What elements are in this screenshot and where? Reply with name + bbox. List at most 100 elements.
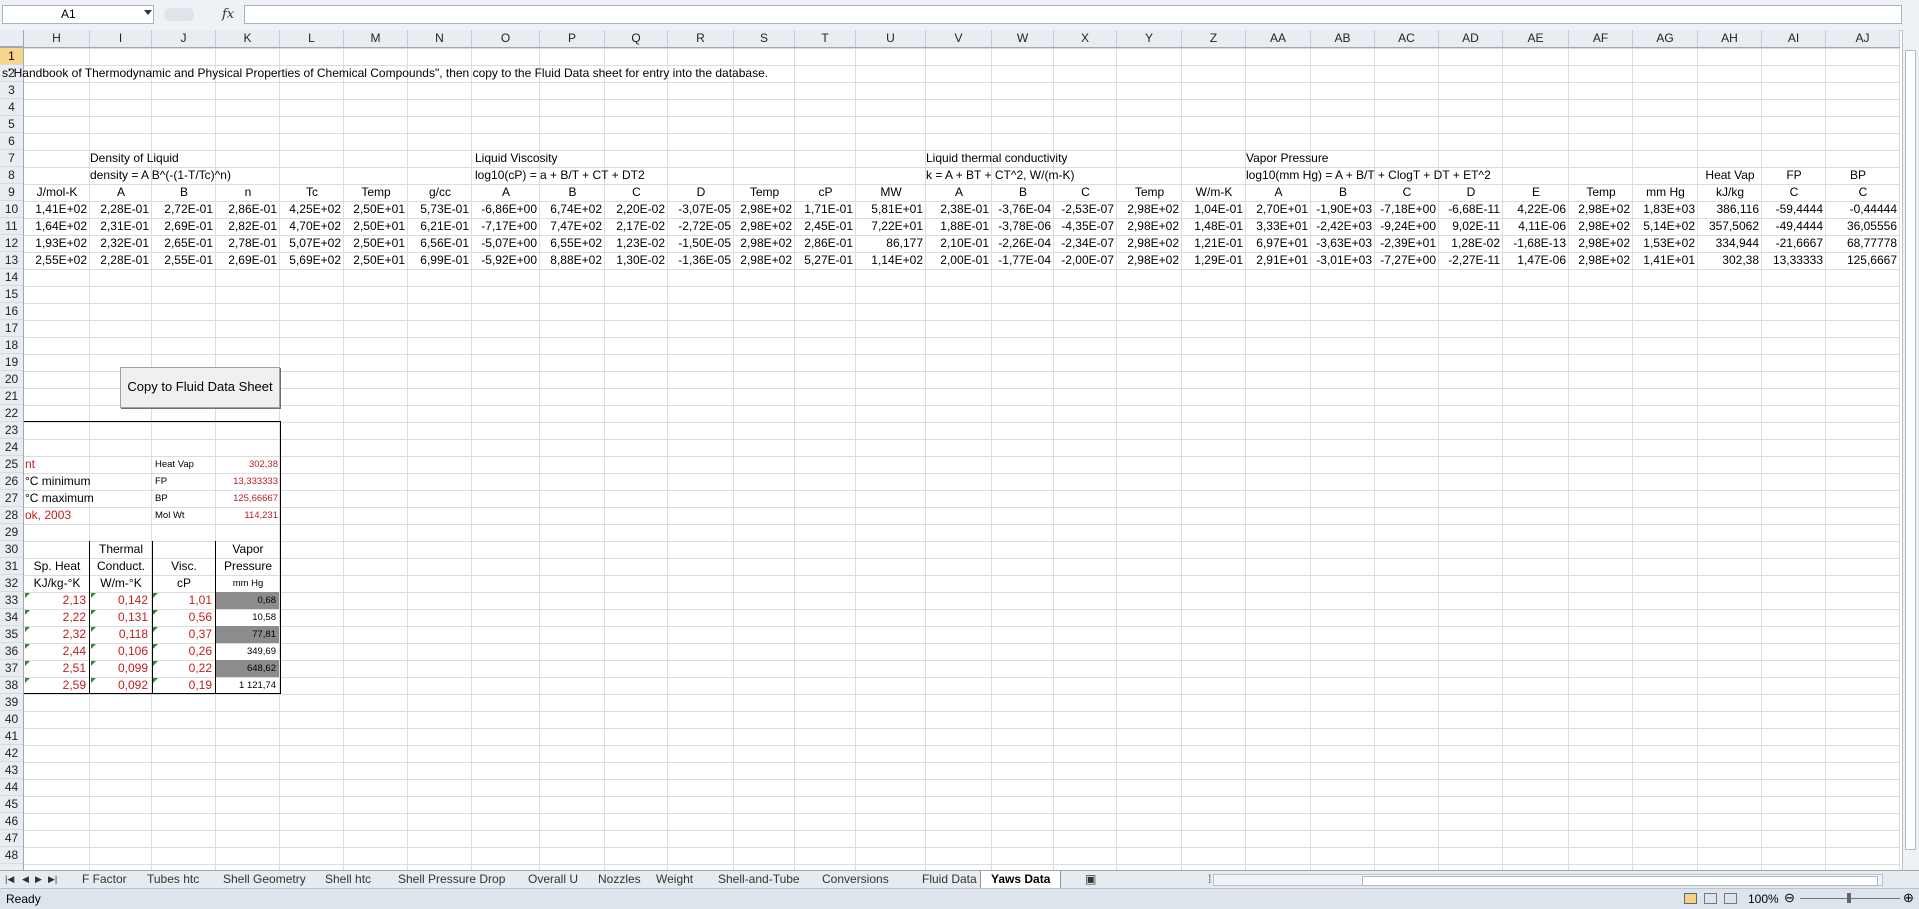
column-header[interactable]: AG bbox=[1633, 30, 1698, 47]
column-header[interactable]: P bbox=[540, 30, 605, 47]
data-cell[interactable]: 1,14E+02 bbox=[856, 252, 923, 269]
data-cell[interactable]: 5,27E-01 bbox=[795, 252, 853, 269]
row-header[interactable]: 4 bbox=[0, 99, 23, 116]
row-header[interactable]: 15 bbox=[0, 286, 23, 303]
data-cell[interactable]: 2,65E-01 bbox=[152, 235, 213, 252]
data-cell[interactable]: -59,4444 bbox=[1762, 201, 1823, 218]
column-header[interactable]: AB bbox=[1311, 30, 1375, 47]
row-header[interactable]: 45 bbox=[0, 796, 23, 813]
column-header[interactable]: L bbox=[280, 30, 344, 47]
viscosity-title[interactable]: Liquid Viscosity bbox=[475, 150, 558, 167]
unit-cell[interactable]: J/mol-K bbox=[24, 184, 90, 201]
row-header[interactable]: 44 bbox=[0, 779, 23, 796]
copy-to-fluid-data-button[interactable]: Copy to Fluid Data Sheet bbox=[120, 367, 280, 408]
data-cell[interactable]: -2,27E-11 bbox=[1439, 252, 1500, 269]
data-cell[interactable]: -6,86E+00 bbox=[472, 201, 537, 218]
data-cell[interactable]: 2,98E+02 bbox=[1569, 252, 1630, 269]
data-cell[interactable]: 2,50E+01 bbox=[344, 218, 405, 235]
error-indicator-icon[interactable] bbox=[153, 627, 158, 632]
data-cell[interactable]: 386,116 bbox=[1698, 201, 1760, 218]
data-cell[interactable]: 4,22E-06 bbox=[1503, 201, 1566, 218]
column-header[interactable]: S bbox=[734, 30, 795, 47]
viscosity-formula[interactable]: log10(cP) = a + B/T + CT + DT2 bbox=[475, 167, 645, 184]
select-all-corner[interactable] bbox=[0, 30, 24, 47]
last-sheet-icon[interactable]: ▶| bbox=[48, 874, 57, 885]
column-header[interactable]: AE bbox=[1503, 30, 1569, 47]
property-cell[interactable]: 1 121,74 bbox=[216, 677, 279, 694]
sheet-tab[interactable]: Weight bbox=[646, 871, 703, 888]
data-cell[interactable]: 2,10E-01 bbox=[926, 235, 989, 252]
sheet-tab[interactable]: Shell Geometry bbox=[213, 871, 316, 888]
data-cell[interactable]: 2,78E-01 bbox=[216, 235, 277, 252]
column-header[interactable]: N bbox=[408, 30, 472, 47]
data-cell[interactable]: -3,63E+03 bbox=[1311, 235, 1372, 252]
error-indicator-icon[interactable] bbox=[25, 610, 30, 615]
unit-cell[interactable]: Temp bbox=[344, 184, 408, 201]
data-cell[interactable]: 5,07E+02 bbox=[280, 235, 341, 252]
data-cell[interactable]: 7,47E+02 bbox=[540, 218, 602, 235]
error-indicator-icon[interactable] bbox=[91, 627, 96, 632]
data-cell[interactable]: 1,30E-02 bbox=[605, 252, 665, 269]
data-cell[interactable]: 1,48E-01 bbox=[1182, 218, 1243, 235]
row-header[interactable]: 27 bbox=[0, 490, 23, 507]
row-header[interactable]: 36 bbox=[0, 643, 23, 660]
row-header[interactable]: 38 bbox=[0, 677, 23, 694]
row-header[interactable]: 26 bbox=[0, 473, 23, 490]
summary-r27-value[interactable]: 125,66667 bbox=[216, 490, 278, 507]
unit-cell[interactable]: C bbox=[1762, 184, 1826, 201]
data-cell[interactable]: 2,69E-01 bbox=[152, 218, 213, 235]
column-header[interactable]: AD bbox=[1439, 30, 1503, 47]
vertical-scroll-thumb[interactable] bbox=[1905, 50, 1916, 850]
property-cell[interactable]: 0,37 bbox=[152, 626, 215, 643]
data-cell[interactable]: -2,42E+03 bbox=[1311, 218, 1372, 235]
data-cell[interactable]: -5,07E+00 bbox=[472, 235, 537, 252]
unit-cell[interactable]: B bbox=[540, 184, 605, 201]
data-cell[interactable]: 5,73E-01 bbox=[408, 201, 469, 218]
row-header[interactable]: 29 bbox=[0, 524, 23, 541]
row-header[interactable]: 20 bbox=[0, 371, 23, 388]
data-cell[interactable]: -4,35E-07 bbox=[1054, 218, 1114, 235]
page-break-view-icon[interactable] bbox=[1724, 893, 1737, 904]
property-cell[interactable]: 0,26 bbox=[152, 643, 215, 660]
property-cell[interactable]: 2,44 bbox=[24, 643, 89, 660]
error-indicator-icon[interactable] bbox=[25, 627, 30, 632]
property-cell[interactable]: 0,68 bbox=[216, 592, 279, 609]
column-header[interactable]: U bbox=[856, 30, 926, 47]
data-cell[interactable]: 68,77778 bbox=[1826, 235, 1897, 252]
data-cell[interactable]: 7,22E+01 bbox=[856, 218, 923, 235]
property-cell[interactable]: 349,69 bbox=[216, 643, 279, 660]
name-box[interactable]: A1 bbox=[2, 5, 154, 24]
vapor-formula[interactable]: log10(mm Hg) = A + B/T + ClogT + DT + ET… bbox=[1246, 167, 1491, 184]
row-header[interactable]: 14 bbox=[0, 269, 23, 286]
vapor-title[interactable]: Vapor Pressure bbox=[1246, 150, 1328, 167]
error-indicator-icon[interactable] bbox=[91, 610, 96, 615]
row-header[interactable]: 1 bbox=[0, 48, 23, 65]
density-title[interactable]: Density of Liquid bbox=[90, 150, 179, 167]
data-cell[interactable]: 8,88E+02 bbox=[540, 252, 602, 269]
data-cell[interactable]: 1,64E+02 bbox=[24, 218, 87, 235]
error-indicator-icon[interactable] bbox=[25, 678, 30, 683]
column-header[interactable]: I bbox=[90, 30, 152, 47]
row-header[interactable]: 22 bbox=[0, 405, 23, 422]
data-cell[interactable]: -1,90E+03 bbox=[1311, 201, 1372, 218]
column-header[interactable]: H bbox=[24, 30, 90, 47]
property-cell[interactable]: 0,106 bbox=[90, 643, 151, 660]
row-header[interactable]: 43 bbox=[0, 762, 23, 779]
row-header[interactable]: 21 bbox=[0, 388, 23, 405]
normal-view-icon[interactable] bbox=[1684, 893, 1697, 904]
property-cell[interactable]: 0,118 bbox=[90, 626, 151, 643]
data-cell[interactable]: 2,98E+02 bbox=[1117, 201, 1179, 218]
data-cell[interactable]: 4,25E+02 bbox=[280, 201, 341, 218]
unit-cell[interactable]: g/cc bbox=[408, 184, 472, 201]
data-cell[interactable]: 5,81E+01 bbox=[856, 201, 923, 218]
zoom-in-icon[interactable]: ⊕ bbox=[1903, 890, 1914, 906]
row-header[interactable]: 48 bbox=[0, 847, 23, 864]
data-cell[interactable]: -49,4444 bbox=[1762, 218, 1823, 235]
sheet-tab[interactable]: Shell htc bbox=[315, 871, 381, 888]
data-cell[interactable]: -3,01E+03 bbox=[1311, 252, 1372, 269]
bp-header[interactable]: BP bbox=[1826, 167, 1890, 184]
sheet-tab[interactable]: Overall U bbox=[518, 871, 588, 888]
data-cell[interactable]: 6,74E+02 bbox=[540, 201, 602, 218]
function-icon[interactable]: fx bbox=[222, 7, 234, 22]
page-layout-view-icon[interactable] bbox=[1704, 893, 1717, 904]
